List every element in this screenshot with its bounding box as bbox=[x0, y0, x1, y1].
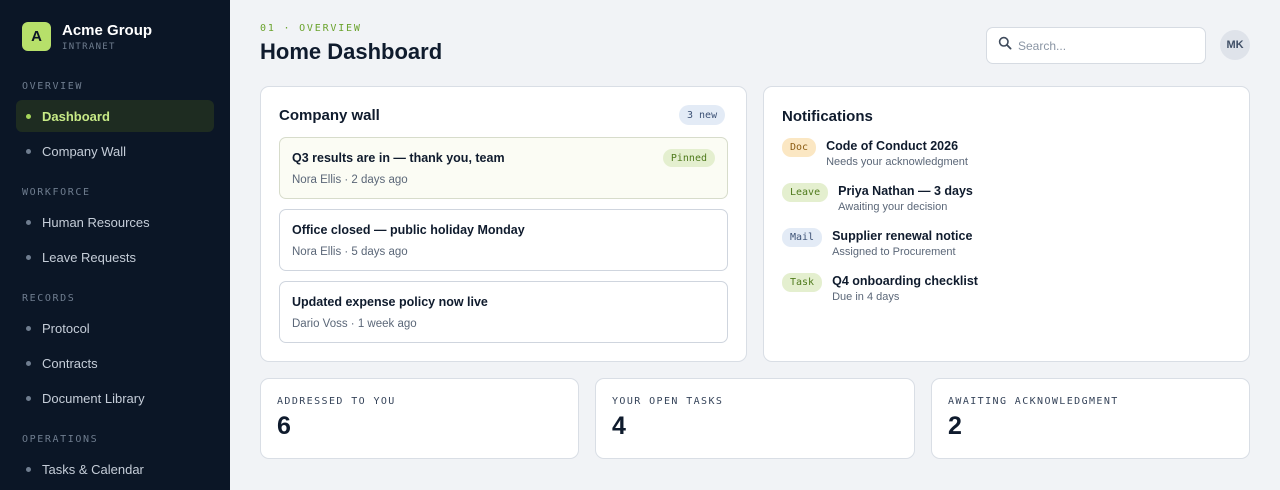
notification-tag: Leave bbox=[782, 183, 829, 202]
notification-subtitle: Awaiting your decision bbox=[838, 201, 948, 213]
bullet-icon bbox=[26, 220, 31, 225]
bullet-icon bbox=[26, 467, 31, 472]
notification-title: Q4 onboarding checklist bbox=[832, 274, 978, 288]
sidebar: A Acme Group INTRANET OVERVIEW Dashboard… bbox=[0, 0, 230, 490]
company-wall-card: Company wall 3 new Q3 results are in — t… bbox=[260, 86, 747, 362]
post-meta: Nora Ellis · 2 days ago bbox=[292, 174, 408, 186]
notification-title: Code of Conduct 2026 bbox=[826, 139, 959, 153]
notification-title: Supplier renewal notice bbox=[832, 229, 973, 243]
avatar[interactable]: MK bbox=[1220, 30, 1250, 60]
notification-item[interactable]: Task Q4 onboarding checklist Due in 4 da… bbox=[782, 273, 978, 303]
notification-item[interactable]: Leave Priya Nathan — 3 days Awaiting you… bbox=[782, 183, 973, 213]
stat-value: 6 bbox=[277, 412, 291, 440]
sidebar-item-company-wall[interactable]: Company Wall bbox=[16, 135, 214, 167]
sidebar-item-label: Tasks & Calendar bbox=[42, 461, 144, 477]
sidebar-item-leave-requests[interactable]: Leave Requests bbox=[16, 241, 214, 273]
sidebar-item-label: Company Wall bbox=[42, 143, 127, 159]
brand: A Acme Group INTRANET bbox=[22, 22, 152, 52]
bullet-icon bbox=[26, 396, 31, 401]
sidebar-item-label: Document Library bbox=[42, 390, 145, 406]
notification-tag: Mail bbox=[782, 228, 823, 247]
brand-logo: A bbox=[22, 22, 51, 51]
notification-subtitle: Needs your acknowledgment bbox=[826, 156, 968, 168]
search-box[interactable] bbox=[986, 27, 1206, 64]
notifications-card: Notifications Doc Code of Conduct 2026 N… bbox=[763, 86, 1250, 362]
post-title: Office closed — public holiday Monday bbox=[292, 223, 525, 237]
nav-section-operations: OPERATIONS bbox=[22, 434, 99, 445]
sidebar-item-label: Human Resources bbox=[42, 214, 150, 230]
sidebar-item-dashboard[interactable]: Dashboard bbox=[16, 100, 214, 132]
wall-post[interactable]: Q3 results are in — thank you, team Nora… bbox=[279, 137, 728, 199]
search-input[interactable] bbox=[1018, 38, 1188, 53]
stat-label: AWAITING ACKNOWLEDGMENT bbox=[948, 396, 1119, 407]
notification-item[interactable]: Mail Supplier renewal notice Assigned to… bbox=[782, 228, 972, 258]
nav-section-workforce: WORKFORCE bbox=[22, 187, 91, 198]
stat-card-awaiting-ack[interactable]: AWAITING ACKNOWLEDGMENT 2 bbox=[931, 378, 1250, 459]
page-title: Home Dashboard bbox=[260, 39, 443, 64]
sidebar-item-protocol[interactable]: Protocol bbox=[16, 312, 214, 344]
post-meta: Nora Ellis · 5 days ago bbox=[292, 246, 408, 258]
company-wall-title: Company wall bbox=[279, 107, 380, 124]
notification-subtitle: Assigned to Procurement bbox=[832, 246, 956, 258]
brand-name: Acme Group bbox=[62, 22, 153, 39]
bullet-icon bbox=[26, 361, 31, 366]
nav-section-records: RECORDS bbox=[22, 293, 76, 304]
new-count-badge: 3 new bbox=[679, 105, 726, 125]
notification-tag: Task bbox=[782, 273, 823, 292]
nav-section-overview: OVERVIEW bbox=[22, 81, 83, 92]
stat-card-open-tasks[interactable]: YOUR OPEN TASKS 4 bbox=[595, 378, 915, 459]
breadcrumb: 01 · OVERVIEW bbox=[260, 23, 362, 34]
brand-subtitle: INTRANET bbox=[62, 42, 116, 52]
post-meta: Dario Voss · 1 week ago bbox=[292, 318, 417, 330]
stat-value: 4 bbox=[612, 412, 626, 440]
stat-card-addressed[interactable]: ADDRESSED TO YOU 6 bbox=[260, 378, 579, 459]
bullet-icon bbox=[26, 149, 31, 154]
wall-post[interactable]: Office closed — public holiday Monday No… bbox=[279, 209, 728, 271]
sidebar-item-human-resources[interactable]: Human Resources bbox=[16, 206, 214, 238]
sidebar-item-document-library[interactable]: Document Library bbox=[16, 382, 214, 414]
bullet-icon bbox=[26, 326, 31, 331]
notification-title: Priya Nathan — 3 days bbox=[838, 184, 973, 198]
sidebar-item-contracts[interactable]: Contracts bbox=[16, 347, 214, 379]
sidebar-item-label: Dashboard bbox=[42, 108, 110, 124]
wall-post[interactable]: Updated expense policy now live Dario Vo… bbox=[279, 281, 728, 343]
sidebar-item-label: Protocol bbox=[42, 320, 90, 336]
notifications-title: Notifications bbox=[782, 108, 873, 125]
stat-value: 2 bbox=[948, 412, 962, 440]
post-title: Q3 results are in — thank you, team bbox=[292, 151, 505, 165]
sidebar-item-label: Leave Requests bbox=[42, 249, 136, 265]
notification-item[interactable]: Doc Code of Conduct 2026 Needs your ackn… bbox=[782, 138, 968, 168]
magnifier-icon bbox=[998, 36, 1012, 55]
bullet-icon bbox=[26, 114, 31, 119]
post-title: Updated expense policy now live bbox=[292, 295, 488, 309]
notification-tag: Doc bbox=[782, 138, 817, 157]
stat-label: YOUR OPEN TASKS bbox=[612, 396, 724, 407]
notification-subtitle: Due in 4 days bbox=[832, 291, 900, 303]
bullet-icon bbox=[26, 255, 31, 260]
stat-label: ADDRESSED TO YOU bbox=[277, 396, 396, 407]
sidebar-item-label: Contracts bbox=[42, 355, 98, 371]
pinned-badge: Pinned bbox=[662, 149, 715, 167]
sidebar-item-tasks-calendar[interactable]: Tasks & Calendar bbox=[16, 453, 214, 485]
